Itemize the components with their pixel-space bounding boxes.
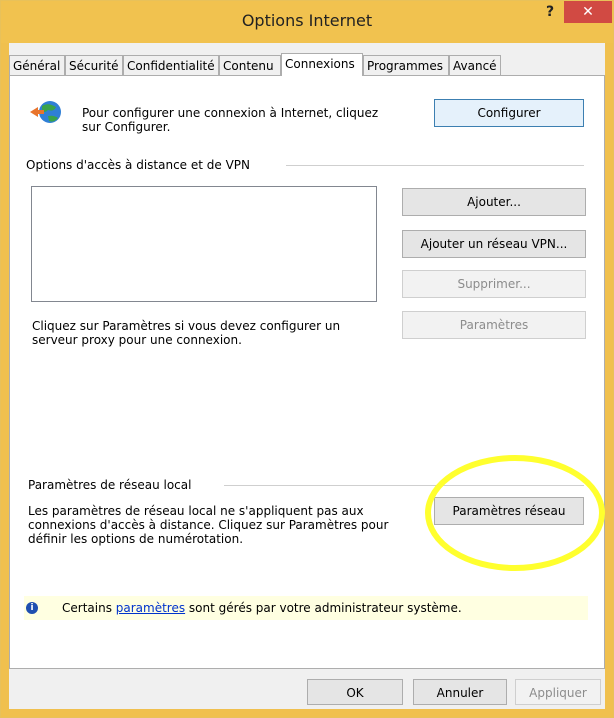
dialup-section-label: Options d'accès à distance et de VPN [26,158,250,172]
lan-separator [224,485,584,486]
lan-text: Les paramètres de réseau local ne s'appl… [28,504,389,546]
parametres-button[interactable]: Paramètres [402,311,586,339]
tab-strip: Général Sécurité Confidentialité Contenu… [9,53,605,76]
tab-programmes[interactable]: Programmes [363,55,449,75]
close-button[interactable]: ✕ [564,1,612,23]
parametres-reseau-button[interactable]: Paramètres réseau [434,497,584,525]
supprimer-button[interactable]: Supprimer... [402,270,586,298]
ajouter-button[interactable]: Ajouter... [402,188,586,216]
ajouter-vpn-button[interactable]: Ajouter un réseau VPN... [402,230,586,258]
tab-connexions[interactable]: Connexions [281,53,363,76]
tab-securite[interactable]: Sécurité [65,55,123,75]
admin-info-bar: i Certains paramètres sont gérés par vot… [24,596,588,620]
connections-listbox[interactable] [31,186,377,302]
dialog-client: Général Sécurité Confidentialité Contenu… [9,43,605,709]
window-title: Options Internet [241,11,373,30]
ok-button[interactable]: OK [307,679,403,705]
tab-contenu[interactable]: Contenu [219,55,281,75]
options-internet-window: Options Internet ? ✕ Général Sécurité Co… [0,0,614,718]
annuler-button[interactable]: Annuler [413,679,507,705]
appliquer-button[interactable]: Appliquer [515,679,601,705]
proxy-text: Cliquez sur Paramètres si vous devez con… [32,319,341,347]
admin-info-before: Certains [62,601,116,615]
dialup-separator [286,165,584,166]
info-icon: i [26,602,38,614]
admin-info-after: sont gérés par votre administrateur syst… [185,601,462,615]
title-bar[interactable]: Options Internet ? ✕ [1,1,613,43]
parametres-link[interactable]: paramètres [116,601,185,615]
help-button[interactable]: ? [539,1,561,23]
tab-general[interactable]: Général [9,55,65,75]
connexions-panel: Pour configurer une connexion à Internet… [9,75,605,669]
admin-info-text: Certains paramètres sont gérés par votre… [62,601,462,615]
setup-text: Pour configurer une connexion à Internet… [82,106,379,134]
lan-section-label: Paramètres de réseau local [28,478,192,492]
configurer-button[interactable]: Configurer [434,99,584,127]
globe-connect-icon [28,98,62,128]
tab-confidentialite[interactable]: Confidentialité [123,55,219,75]
tab-avance[interactable]: Avancé [449,55,501,75]
